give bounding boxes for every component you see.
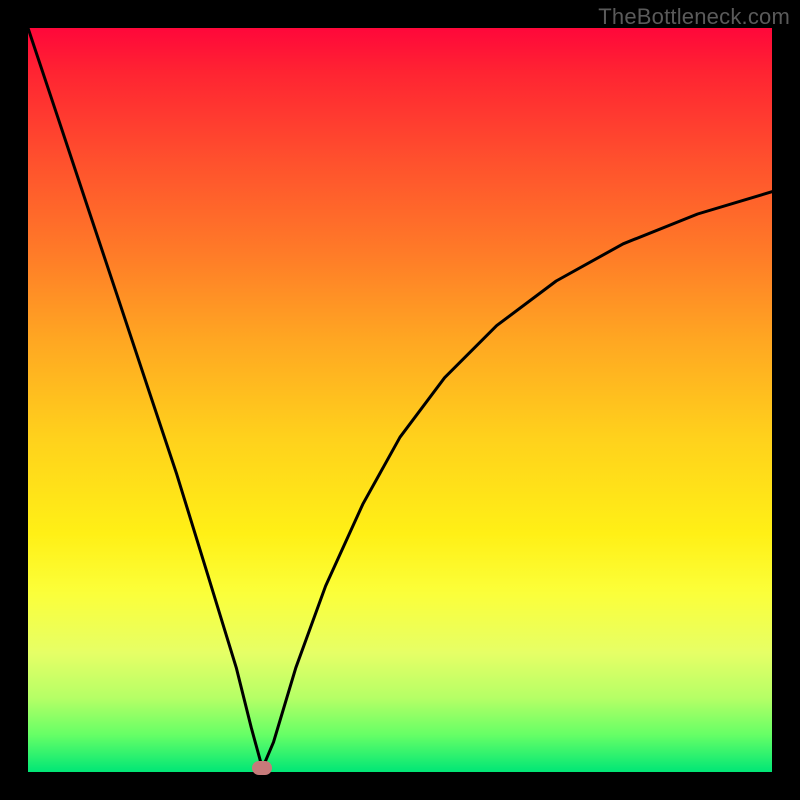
optimal-point-marker	[252, 761, 272, 775]
watermark-label: TheBottleneck.com	[598, 4, 790, 30]
chart-frame: TheBottleneck.com	[0, 0, 800, 800]
plot-area	[28, 28, 772, 772]
bottleneck-curve	[28, 28, 772, 768]
curve-svg	[28, 28, 772, 772]
